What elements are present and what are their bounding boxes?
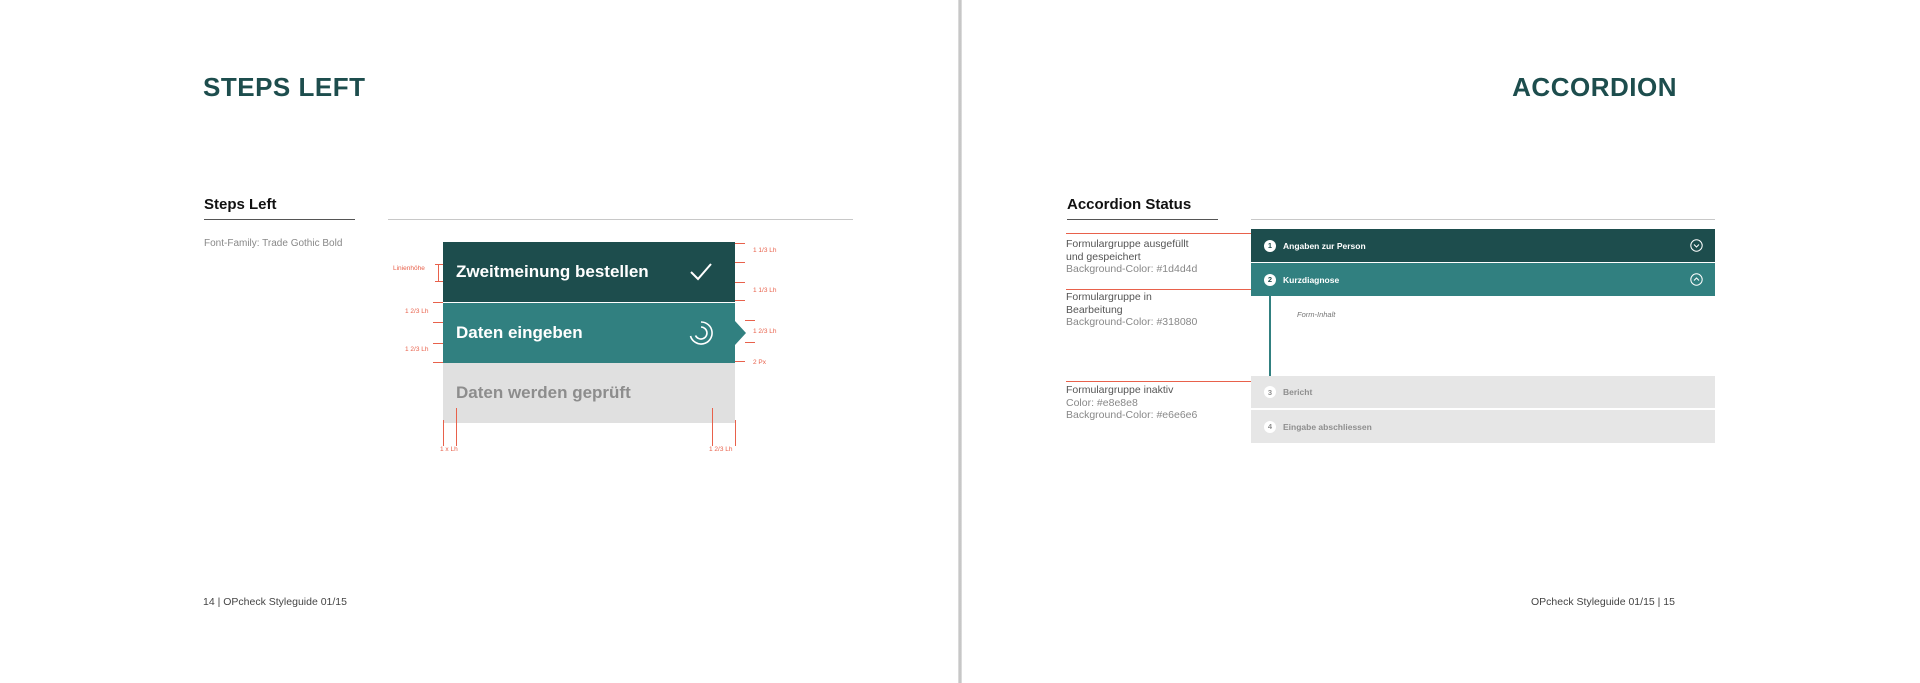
measure-line bbox=[435, 264, 443, 265]
desc-line: Bearbeitung bbox=[1066, 303, 1123, 316]
progress-spinner-icon bbox=[689, 321, 713, 345]
measure-line bbox=[745, 342, 755, 343]
measure-line bbox=[735, 361, 745, 362]
accordion-item-bericht[interactable]: 3 Bericht bbox=[1251, 376, 1715, 409]
page-footer: 14 | OPcheck Styleguide 01/15 bbox=[203, 596, 347, 608]
measure-line bbox=[433, 322, 443, 323]
form-content-placeholder: Form-Inhalt bbox=[1297, 310, 1336, 319]
accordion-label: Eingabe abschliessen bbox=[1283, 421, 1372, 432]
step-number: 1 bbox=[1264, 239, 1276, 252]
measure-label: 2 Px bbox=[753, 359, 767, 366]
measure-line bbox=[745, 320, 755, 321]
measure-label: 1 1/3 Lh bbox=[753, 287, 777, 294]
desc-line: Color: #e8e8e8 bbox=[1066, 396, 1138, 409]
step-label: Daten eingeben bbox=[456, 323, 583, 342]
accordion-item-eingabe[interactable]: 4 Eingabe abschliessen bbox=[1251, 410, 1715, 443]
desc-inactive: Formulargruppe inaktiv Color: #e8e8e8 Ba… bbox=[1066, 384, 1197, 422]
desc-line: Formulargruppe in bbox=[1066, 291, 1152, 303]
desc-line: Formulargruppe ausgefüllt bbox=[1066, 238, 1189, 250]
accordion-label: Bericht bbox=[1283, 387, 1313, 397]
measure-line bbox=[735, 262, 745, 263]
left-page: STEPS LEFT Steps Left Font-Family: Trade… bbox=[0, 0, 958, 683]
pointer-line bbox=[1066, 289, 1261, 290]
chevron-down-circle-icon bbox=[1690, 239, 1703, 252]
step-number: 3 bbox=[1264, 386, 1276, 398]
step-label: Zweitmeinung bestellen bbox=[456, 262, 649, 281]
step-label: Daten werden geprüft bbox=[456, 383, 631, 402]
measure-line bbox=[435, 281, 443, 282]
step-number: 4 bbox=[1264, 420, 1276, 433]
pointer-line bbox=[1066, 233, 1261, 234]
font-note: Font-Family: Trade Gothic Bold bbox=[204, 238, 343, 249]
accordion-label: Angaben zur Person bbox=[1283, 240, 1366, 251]
step-number: 2 bbox=[1264, 273, 1276, 286]
desc-color: Background-Color: #1d4d4d bbox=[1066, 263, 1198, 275]
measure-line bbox=[433, 362, 443, 363]
accordion-item-angaben[interactable]: 1 Angaben zur Person bbox=[1251, 229, 1715, 262]
page-footer: OPcheck Styleguide 01/15 | 15 bbox=[1531, 596, 1675, 608]
measure-label: 1 2/3 Lh bbox=[405, 308, 429, 315]
measure-label: Linienhöhe bbox=[393, 265, 425, 272]
section-rule-light bbox=[388, 219, 853, 220]
step-done[interactable]: Zweitmeinung bestellen bbox=[443, 242, 735, 302]
measure-line bbox=[735, 300, 745, 301]
desc-line: und gespeichert bbox=[1066, 250, 1141, 263]
chevron-up-circle-icon bbox=[1690, 273, 1703, 286]
desc-line: Formulargruppe inaktiv bbox=[1066, 384, 1174, 396]
step-inactive[interactable]: Daten werden geprüft bbox=[443, 363, 735, 423]
measure-line bbox=[735, 420, 736, 446]
accordion-item-kurzdiagnose[interactable]: 2 Kurzdiagnose bbox=[1251, 263, 1715, 296]
section-rule bbox=[1067, 219, 1218, 220]
page-title: STEPS LEFT bbox=[203, 72, 366, 102]
section-title: Steps Left bbox=[204, 196, 277, 213]
section-rule-light bbox=[1251, 219, 1715, 220]
page-title: ACCORDION bbox=[1512, 72, 1677, 102]
right-page: ACCORDION Accordion Status OPcheck Style… bbox=[962, 0, 1920, 683]
measure-line bbox=[456, 408, 457, 446]
pointer-line bbox=[1066, 381, 1261, 382]
section-rule bbox=[204, 219, 355, 220]
measure-line bbox=[433, 343, 443, 344]
accordion-content-line bbox=[1269, 296, 1271, 376]
measure-label: 1 2/3 Lh bbox=[709, 446, 733, 453]
measure-label: 1 x Lh bbox=[440, 446, 458, 453]
measure-label: 1 2/3 Lh bbox=[753, 328, 777, 335]
section-title: Accordion Status bbox=[1067, 196, 1192, 213]
desc-color: Background-Color: #e6e6e6 bbox=[1066, 409, 1198, 421]
desc-done: Formulargruppe ausgefüllt und gespeicher… bbox=[1066, 238, 1197, 276]
measure-line bbox=[443, 420, 444, 446]
check-icon bbox=[690, 263, 712, 281]
measure-line bbox=[735, 282, 745, 283]
step-active[interactable]: Daten eingeben bbox=[443, 303, 735, 363]
measure-label: 1 2/3 Lh bbox=[405, 346, 429, 353]
desc-color: Background-Color: #318080 bbox=[1066, 316, 1198, 328]
measure-line bbox=[735, 243, 745, 244]
measure-line bbox=[712, 408, 713, 446]
accordion-label: Kurzdiagnose bbox=[1283, 274, 1340, 285]
measure-label: 1 1/3 Lh bbox=[753, 247, 777, 254]
desc-active: Formulargruppe in Bearbeitung Background… bbox=[1066, 291, 1197, 329]
measure-line bbox=[438, 264, 439, 282]
measure-line bbox=[433, 302, 443, 303]
